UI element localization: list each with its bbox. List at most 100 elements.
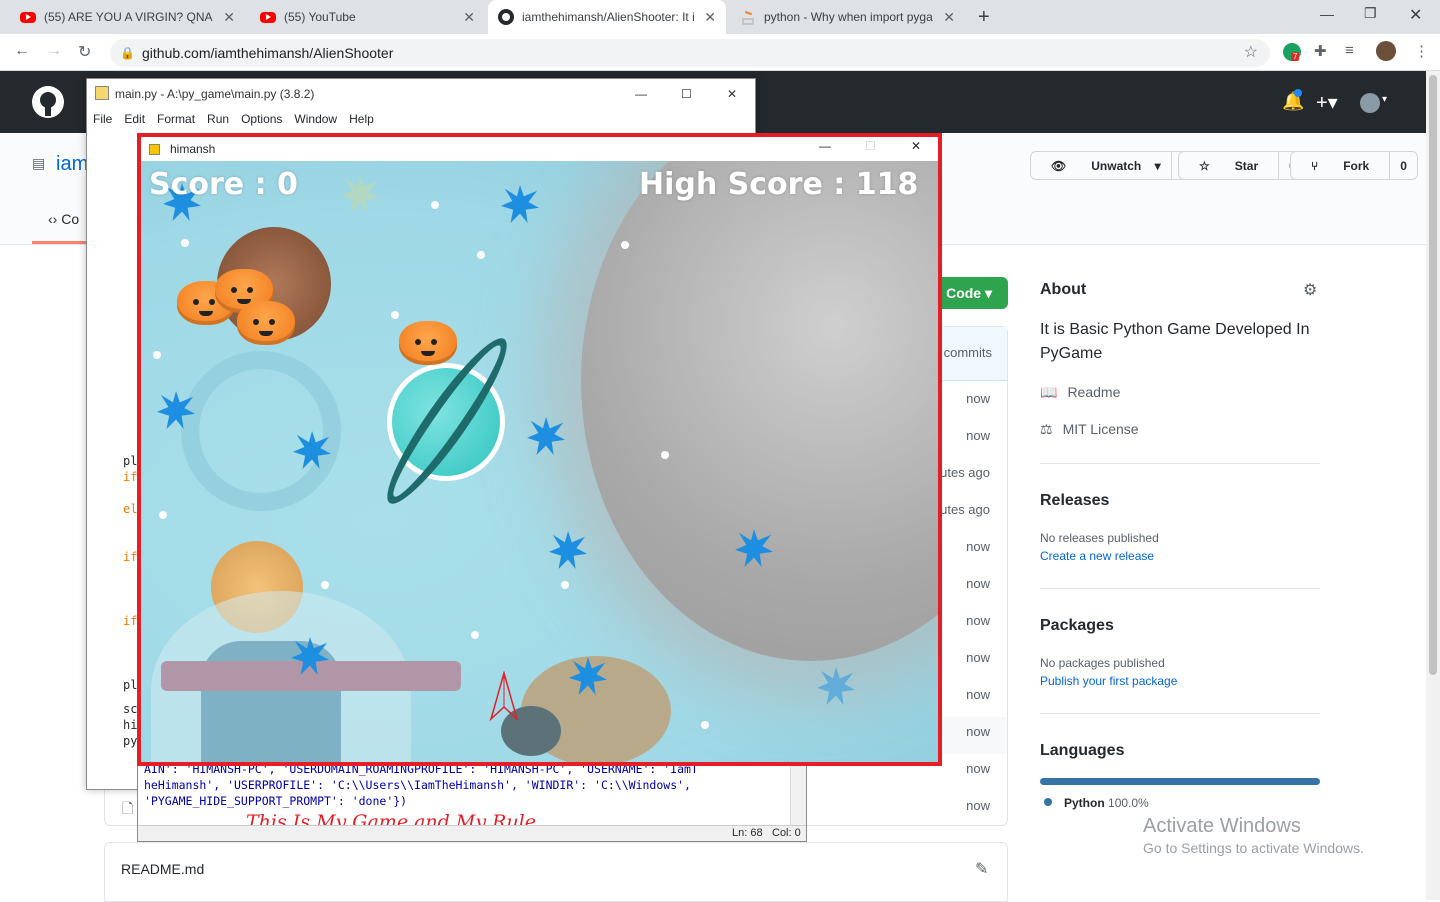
menu-edit[interactable]: Edit bbox=[124, 109, 145, 129]
page-scrollbar[interactable] bbox=[1426, 71, 1440, 900]
unwatch-button[interactable]: 👁Unwatch ▾1 bbox=[1030, 151, 1200, 180]
menu-format[interactable]: Format bbox=[157, 109, 195, 129]
languages-heading: Languages bbox=[1040, 742, 1125, 759]
alien-enemy bbox=[399, 321, 457, 365]
pygame-icon bbox=[149, 143, 160, 155]
menu-file[interactable]: File bbox=[93, 109, 112, 129]
restore-icon[interactable]: ❐ bbox=[1364, 5, 1377, 22]
file-icon: 🗋 bbox=[122, 800, 134, 816]
menu-window[interactable]: Window bbox=[294, 109, 337, 129]
file-row-age: now bbox=[966, 576, 990, 591]
menu-options[interactable]: Options bbox=[241, 109, 282, 129]
file-row-age: now bbox=[966, 391, 990, 406]
close-tab-icon[interactable]: ✕ bbox=[704, 9, 716, 26]
about-description: It is Basic Python Game Developed In PyG… bbox=[1040, 321, 1310, 362]
menu-run[interactable]: Run bbox=[207, 109, 229, 129]
close-tab-icon[interactable]: ✕ bbox=[463, 9, 475, 26]
eye-icon: 👁 bbox=[1051, 158, 1067, 173]
media-control-icon[interactable]: ≡ bbox=[1345, 42, 1354, 59]
new-tab-icon[interactable]: + bbox=[978, 6, 990, 29]
blue-star-burst bbox=[549, 531, 587, 569]
create-new-icon[interactable]: +▾ bbox=[1316, 90, 1338, 115]
back-icon[interactable]: ← bbox=[14, 42, 30, 60]
readme-link[interactable]: 📖 Readme bbox=[1040, 384, 1120, 401]
chrome-menu-icon[interactable]: ⋮ bbox=[1414, 42, 1429, 60]
chevron-down-icon[interactable]: ▾ bbox=[1382, 94, 1387, 105]
snow-particle bbox=[701, 721, 709, 729]
blue-star-burst bbox=[527, 417, 565, 455]
minimize-icon[interactable]: — bbox=[819, 139, 831, 153]
game-canvas[interactable]: Score : 0 High Score : 118 bbox=[141, 161, 938, 762]
divider bbox=[1040, 588, 1320, 589]
code-tab[interactable]: ‹› Co bbox=[48, 211, 79, 227]
fork-icon: ⑂ bbox=[1311, 158, 1319, 173]
file-row-age: now bbox=[966, 613, 990, 628]
github-logo-icon[interactable] bbox=[32, 86, 64, 118]
notification-dot bbox=[1294, 89, 1302, 97]
puzzle-extensions-icon[interactable]: ✚ bbox=[1314, 42, 1327, 60]
browser-tab[interactable]: python - Why when import pyga ✕ bbox=[730, 0, 965, 34]
code-area[interactable]: pl if el if if pl sc hi py bbox=[123, 453, 137, 749]
close-tab-icon[interactable]: ✕ bbox=[223, 9, 235, 26]
snow-particle bbox=[471, 631, 479, 639]
repo-owner-link[interactable]: iam bbox=[56, 153, 88, 176]
tab-underline bbox=[32, 241, 88, 244]
idle-menubar: File Edit Format Run Options Window Help bbox=[87, 109, 755, 129]
maximize-icon[interactable]: ☐ bbox=[681, 79, 692, 109]
minimize-icon[interactable]: — bbox=[1320, 6, 1334, 22]
address-bar[interactable]: 🔒 github.com/iamthehimansh/AlienShooter … bbox=[110, 39, 1270, 67]
snow-particle bbox=[391, 311, 399, 319]
forward-icon[interactable]: → bbox=[46, 42, 62, 60]
bookmark-star-icon[interactable]: ☆ bbox=[1244, 39, 1258, 67]
file-row-age: now bbox=[966, 761, 990, 776]
close-tab-icon[interactable]: ✕ bbox=[943, 9, 955, 26]
browser-tab-active[interactable]: iamthehimansh/AlienShooter: It i ✕ bbox=[488, 0, 726, 34]
browser-tabbar: (55) ARE YOU A VIRGIN? QNA 20 ✕ (55) YouT… bbox=[0, 0, 1440, 34]
user-avatar[interactable] bbox=[1360, 93, 1380, 113]
minimize-icon[interactable]: — bbox=[635, 79, 647, 109]
publish-package-link[interactable]: Publish your first package bbox=[1040, 674, 1177, 688]
player-ship-icon[interactable] bbox=[489, 671, 519, 721]
gear-icon[interactable]: ⚙ bbox=[1303, 280, 1317, 300]
shell-scrollbar[interactable] bbox=[790, 761, 806, 825]
divider bbox=[1040, 713, 1320, 714]
releases-heading[interactable]: Releases bbox=[1040, 492, 1109, 510]
create-release-link[interactable]: Create a new release bbox=[1040, 549, 1154, 563]
fork-count: 0 bbox=[1389, 152, 1417, 179]
close-window-icon[interactable]: ✕ bbox=[1409, 5, 1422, 25]
blue-star-burst bbox=[817, 667, 855, 705]
moon-graphic bbox=[581, 161, 938, 661]
youtube-icon bbox=[260, 9, 276, 25]
menu-help[interactable]: Help bbox=[349, 109, 374, 129]
close-icon[interactable]: ✕ bbox=[911, 139, 921, 153]
browser-tab[interactable]: (55) ARE YOU A VIRGIN? QNA 20 ✕ bbox=[10, 0, 245, 34]
browser-tab[interactable]: (55) YouTube ✕ bbox=[250, 0, 485, 34]
fork-button[interactable]: ⑂ Fork 0 bbox=[1290, 151, 1418, 180]
file-row-age: now bbox=[966, 539, 990, 554]
close-icon[interactable]: ✕ bbox=[727, 79, 737, 109]
scrollbar-thumb[interactable] bbox=[1429, 75, 1437, 675]
releases-empty: No releases published bbox=[1040, 531, 1159, 545]
profile-avatar[interactable] bbox=[1376, 41, 1396, 61]
star-button[interactable]: ☆Star0 bbox=[1178, 151, 1307, 180]
packages-heading[interactable]: Packages bbox=[1040, 617, 1114, 635]
file-row-age: now bbox=[966, 428, 990, 443]
license-link[interactable]: ⚖ MIT License bbox=[1040, 421, 1139, 438]
language-bar bbox=[1040, 778, 1320, 785]
idle-titlebar: main.py - A:\py_game\main.py (3.8.2) — ☐… bbox=[87, 79, 755, 109]
edit-pencil-icon[interactable]: ✎ bbox=[975, 859, 988, 879]
star-icon: ☆ bbox=[1199, 158, 1210, 173]
reload-icon[interactable]: ↻ bbox=[78, 42, 91, 62]
language-python[interactable]: Python 100.0% bbox=[1064, 796, 1149, 810]
book-icon: 📖 bbox=[1040, 384, 1058, 400]
stackoverflow-icon bbox=[740, 9, 756, 25]
snow-particle bbox=[561, 581, 569, 589]
activate-windows-subtitle: Go to Settings to activate Windows. bbox=[1143, 840, 1364, 856]
language-dot bbox=[1044, 798, 1052, 806]
pygame-window: himansh — ☐ ✕ Score: 0 High Score: 118 bbox=[137, 133, 942, 766]
activate-windows-title: Activate Windows bbox=[1143, 815, 1301, 837]
maximize-icon[interactable]: ☐ bbox=[865, 139, 876, 153]
green-star-burst bbox=[341, 175, 379, 213]
extension-icon[interactable]: 7 bbox=[1283, 43, 1301, 61]
high-score-text: High Score : 118 bbox=[639, 167, 919, 202]
